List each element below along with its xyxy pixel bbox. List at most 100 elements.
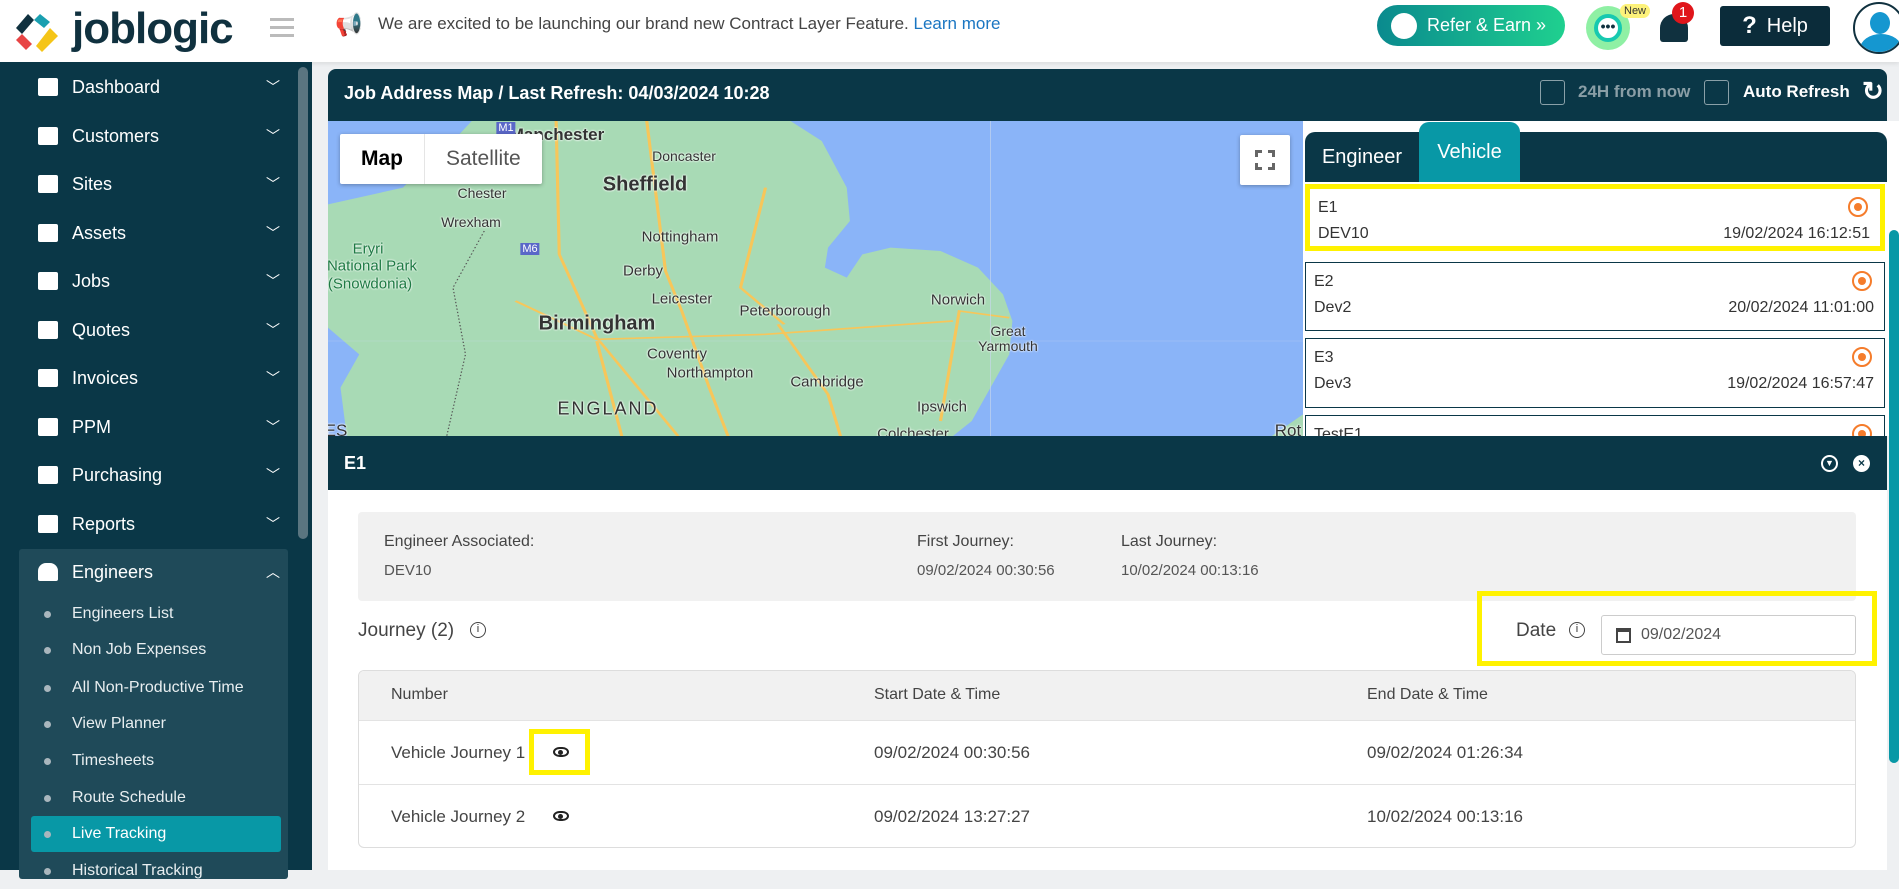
map-place-label: Peterborough bbox=[739, 302, 831, 320]
sidebar-subitem-label: Route Schedule bbox=[72, 789, 186, 806]
sidebar-subitem[interactable]: View Planner bbox=[31, 706, 281, 742]
map-place-label: Doncaster bbox=[652, 148, 716, 164]
date-info-icon[interactable]: i bbox=[1569, 622, 1585, 638]
help-button[interactable]: ? Help bbox=[1720, 6, 1830, 46]
map-type-toggle: Map Satellite bbox=[340, 134, 542, 184]
refer-earn-button[interactable]: Refer & Earn » bbox=[1377, 5, 1565, 46]
journey-end: 10/02/2024 00:13:16 bbox=[1367, 807, 1523, 826]
sidebar-subitem[interactable]: Engineers List bbox=[31, 596, 281, 632]
top-bar: joblogic 📢 We are excited to be launchin… bbox=[0, 0, 1899, 62]
info-icon[interactable]: i bbox=[470, 622, 486, 638]
notification-count-badge: 1 bbox=[1672, 2, 1694, 24]
map[interactable]: Manchester Doncaster Sheffield Chester Wrexh… bbox=[328, 121, 1303, 436]
map-place-label: Yarmouth bbox=[978, 338, 1038, 354]
vehicle-engineer: Dev2 bbox=[1314, 299, 1352, 316]
learn-more-link[interactable]: Learn more bbox=[914, 14, 1001, 33]
detail-title: E1 bbox=[344, 453, 367, 473]
joblogic-mini-logo-icon bbox=[1391, 12, 1417, 39]
sidebar-item-label: Purchasing bbox=[72, 464, 163, 485]
detail-header bbox=[328, 436, 1887, 490]
journey-start: 09/02/2024 00:30:56 bbox=[874, 743, 1030, 762]
sidebar-item[interactable]: Sites ﹀ bbox=[0, 164, 300, 204]
collapse-icon[interactable]: ▼ bbox=[1821, 455, 1838, 472]
sidebar-item[interactable]: Invoices ﹀ bbox=[0, 358, 300, 398]
map-place-label: Northampton bbox=[666, 364, 754, 382]
chevron-down-icon: ﹀ bbox=[266, 322, 280, 338]
sidebar-subitem[interactable]: All Non-Productive Time bbox=[31, 670, 281, 706]
sidebar-subitem[interactable]: Live Tracking bbox=[31, 816, 281, 852]
chevron-down-icon: ﹀ bbox=[266, 370, 280, 386]
users-icon bbox=[38, 563, 58, 581]
journey-info-box bbox=[358, 512, 1856, 601]
vehicle-card[interactable]: E1 DEV10 19/02/2024 16:12:51 bbox=[1305, 184, 1885, 251]
24h-checkbox[interactable] bbox=[1540, 80, 1565, 105]
sidebar-item[interactable]: Assets ﹀ bbox=[0, 213, 300, 253]
chevron-down-icon: ﹀ bbox=[266, 176, 280, 192]
pie-chart-icon bbox=[38, 515, 58, 533]
24h-label: 24H from now bbox=[1578, 82, 1691, 101]
sidebar-item[interactable]: Dashboard ﹀ bbox=[0, 67, 300, 107]
sidebar-item[interactable]: Customers ﹀ bbox=[0, 116, 300, 156]
sidebar-item[interactable]: PPM ﹀ bbox=[0, 407, 300, 447]
chevron-up-icon: ︿ bbox=[266, 564, 280, 580]
sidebar-subitem[interactable]: Non Job Expenses bbox=[31, 632, 281, 668]
chevron-down-icon: ﹀ bbox=[266, 128, 280, 144]
map-place-label: Rot bbox=[1274, 421, 1302, 436]
sidebar-subitem[interactable]: Historical Tracking bbox=[31, 853, 281, 889]
journey-end: 09/02/2024 01:26:34 bbox=[1367, 743, 1523, 762]
user-avatar[interactable] bbox=[1853, 2, 1899, 54]
sidebar-subitem[interactable]: Timesheets bbox=[31, 743, 281, 779]
fullscreen-button[interactable] bbox=[1240, 135, 1290, 185]
bullet-icon bbox=[44, 720, 51, 728]
map-place-label: Chester bbox=[457, 185, 507, 201]
last-refresh: Last Refresh: 04/03/2024 10:28 bbox=[508, 83, 770, 103]
hamburger-menu-icon[interactable] bbox=[270, 18, 294, 37]
vehicle-name: E3 bbox=[1314, 349, 1334, 366]
close-icon[interactable]: × bbox=[1853, 455, 1870, 472]
auto-refresh-checkbox[interactable] bbox=[1704, 80, 1729, 105]
sidebar-item[interactable]: Purchasing ﹀ bbox=[0, 455, 300, 495]
vehicle-time: 19/02/2024 16:57:47 bbox=[1727, 375, 1874, 392]
chat-icon: ••• bbox=[1594, 14, 1622, 42]
sidebar-item[interactable]: Quotes ﹀ bbox=[0, 310, 300, 350]
map-place-label: Birmingham bbox=[538, 312, 656, 335]
bullet-icon bbox=[44, 867, 51, 875]
map-place-label: National Park bbox=[328, 257, 418, 275]
building-icon bbox=[38, 175, 58, 193]
locate-target-icon[interactable] bbox=[1852, 347, 1872, 367]
first-journey-value: 09/02/2024 00:30:56 bbox=[917, 562, 1055, 579]
sidebar-subitem[interactable]: Route Schedule bbox=[31, 780, 281, 816]
sidebar-item-engineers[interactable]: Engineers ︿ bbox=[0, 552, 300, 592]
map-place-label: Wrexham bbox=[441, 214, 501, 230]
map-place-label: Great bbox=[990, 323, 1026, 339]
sidebar-subitem-label: View Planner bbox=[72, 715, 166, 732]
map-place-label: Colchester bbox=[877, 425, 949, 437]
calendar-icon bbox=[38, 418, 58, 436]
tab-engineer[interactable]: Engineer bbox=[1305, 132, 1419, 182]
satellite-button[interactable]: Satellite bbox=[424, 134, 542, 184]
date-input[interactable]: 09/02/2024 bbox=[1601, 615, 1856, 655]
sidebar-item[interactable]: Reports ﹀ bbox=[0, 504, 300, 544]
page-title: Job Address Map / Last Refresh: 04/03/20… bbox=[344, 83, 770, 103]
sidebar-item-label: Assets bbox=[72, 222, 127, 243]
vehicle-card[interactable]: E3 Dev3 19/02/2024 16:57:47 bbox=[1305, 338, 1885, 408]
user-icon bbox=[38, 127, 58, 145]
clipboard-icon bbox=[38, 321, 58, 339]
date-label: Date bbox=[1516, 620, 1557, 641]
locate-target-icon[interactable] bbox=[1848, 197, 1868, 217]
table-row[interactable]: Vehicle Journey 2 09/02/2024 13:27:27 10… bbox=[359, 784, 1855, 847]
brand-name[interactable]: joblogic bbox=[72, 4, 234, 54]
tab-vehicle[interactable]: Vehicle bbox=[1419, 122, 1520, 182]
vehicle-card[interactable]: E2 Dev2 20/02/2024 11:01:00 bbox=[1305, 262, 1885, 331]
sidebar-item[interactable]: Jobs ﹀ bbox=[0, 261, 300, 301]
map-place-label: ES bbox=[328, 421, 348, 436]
panel-scrollbar[interactable] bbox=[1889, 230, 1899, 763]
locate-target-icon[interactable] bbox=[1852, 271, 1872, 291]
map-place-label: M6 bbox=[520, 243, 540, 255]
title-text: Job Address Map bbox=[344, 83, 494, 103]
map-button[interactable]: Map bbox=[340, 134, 424, 184]
refresh-icon[interactable]: ↻ bbox=[1862, 76, 1884, 107]
eye-icon[interactable] bbox=[553, 811, 569, 821]
fullscreen-icon bbox=[1255, 150, 1275, 170]
sidebar-item-label: Invoices bbox=[72, 367, 139, 388]
